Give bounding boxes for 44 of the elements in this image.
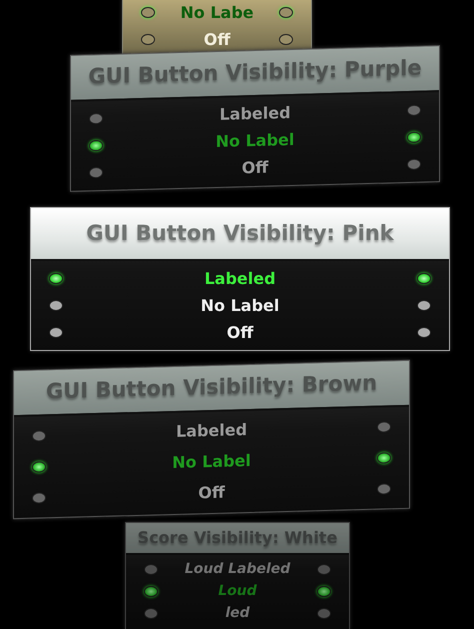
panel-title: GUI Button Visibility: Purple [88, 56, 422, 88]
option-label[interactable]: Off [226, 320, 254, 344]
radio-button[interactable] [49, 273, 63, 284]
radio-button[interactable] [377, 482, 391, 494]
option-label[interactable]: No Label [200, 294, 280, 318]
radio-button[interactable] [144, 586, 158, 597]
radio-button[interactable] [144, 564, 158, 575]
radio-button[interactable] [141, 7, 155, 18]
option-label[interactable]: Labeled [219, 101, 291, 127]
radio-button[interactable] [32, 460, 46, 472]
radio-button[interactable] [279, 34, 293, 45]
option-label[interactable]: Loud [218, 581, 257, 602]
radio-button[interactable] [317, 608, 331, 619]
panel-title: GUI Button Visibility: Brown [46, 370, 378, 404]
option-label[interactable]: Labeled [204, 266, 276, 290]
panel-title: GUI Button Visibility: Pink [86, 220, 394, 244]
option-label[interactable]: Off [204, 28, 230, 52]
radio-button[interactable] [377, 452, 391, 464]
radio-button[interactable] [317, 564, 331, 575]
radio-button[interactable] [32, 430, 46, 442]
radio-button[interactable] [377, 420, 391, 432]
radio-button[interactable] [279, 7, 293, 18]
option-label[interactable]: Loud Labeled [184, 559, 290, 580]
radio-button[interactable] [417, 300, 431, 311]
option-label[interactable]: led [225, 603, 250, 624]
radio-button[interactable] [89, 112, 103, 124]
radio-button[interactable] [407, 131, 421, 143]
option-label[interactable]: Off [242, 156, 268, 180]
option-label[interactable]: No Label [216, 128, 294, 154]
option-label[interactable]: No Label [172, 448, 251, 476]
option-label[interactable]: Off [198, 480, 225, 506]
radio-button[interactable] [49, 300, 63, 311]
radio-button[interactable] [417, 327, 431, 338]
radio-button[interactable] [32, 492, 46, 504]
radio-button[interactable] [49, 327, 63, 338]
radio-button[interactable] [317, 586, 331, 597]
option-label[interactable]: Labeled [176, 418, 248, 444]
radio-button[interactable] [407, 158, 421, 170]
radio-button[interactable] [144, 608, 158, 619]
radio-button[interactable] [417, 273, 431, 284]
radio-button[interactable] [89, 166, 103, 178]
radio-button[interactable] [141, 34, 155, 45]
radio-button[interactable] [407, 104, 421, 116]
radio-button[interactable] [89, 139, 103, 151]
